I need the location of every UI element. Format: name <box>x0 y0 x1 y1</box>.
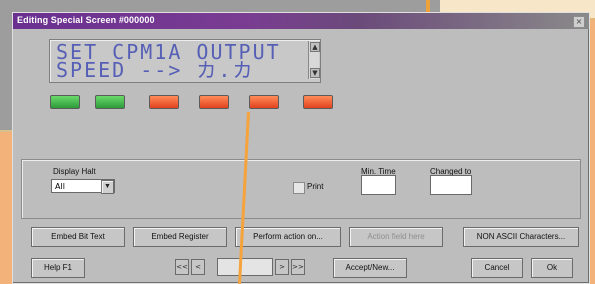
scroll-down-icon[interactable]: ▼ <box>310 68 320 78</box>
window-title: Editing Special Screen #000000 <box>17 15 155 25</box>
ok-button[interactable]: Ok <box>531 258 573 278</box>
print-checkbox[interactable] <box>293 182 305 194</box>
print-label: Print <box>307 182 324 191</box>
changed-to-input[interactable] <box>430 175 472 195</box>
perform-action-button[interactable]: Perform action on... <box>235 227 341 247</box>
pager-last-button[interactable]: >> <box>291 259 305 275</box>
lcd-scrollbar[interactable]: ▲ ▼ <box>308 41 320 79</box>
pager-first-button[interactable]: << <box>175 259 189 275</box>
pager-prev-button[interactable]: < <box>191 259 205 275</box>
close-button[interactable]: × <box>573 16 585 28</box>
accept-new-button[interactable]: Accept/New... <box>333 258 407 278</box>
display-halt-value: All <box>55 182 65 191</box>
titlebar: Editing Special Screen #000000 × <box>13 13 589 29</box>
indicator-3[interactable] <box>149 95 179 109</box>
indicator-6[interactable] <box>303 95 333 109</box>
scroll-up-icon[interactable]: ▲ <box>310 42 320 52</box>
indicator-5[interactable] <box>249 95 279 109</box>
pager-next-button[interactable]: > <box>275 259 289 275</box>
min-time-input[interactable] <box>361 175 396 195</box>
chevron-down-icon[interactable]: ▼ <box>101 180 114 194</box>
editing-special-screen-dialog: Editing Special Screen #000000 × SET CPM… <box>12 12 590 284</box>
indicator-1[interactable] <box>50 95 80 109</box>
cancel-button[interactable]: Cancel <box>471 258 523 278</box>
non-ascii-characters-button[interactable]: NON ASCII Characters... <box>463 227 579 247</box>
action-field-here-button: Action field here <box>349 227 443 247</box>
lcd-display: SET CPM1A OUTPUT SPEED --> カ.カ ▲ ▼ <box>49 39 321 83</box>
embed-bit-text-button[interactable]: Embed Bit Text <box>31 227 125 247</box>
page-number-box[interactable] <box>217 258 273 276</box>
lcd-line-2: SPEED --> カ.カ <box>56 58 255 82</box>
display-halt-label: Display Halt <box>53 167 96 176</box>
indicator-4[interactable] <box>199 95 229 109</box>
display-halt-select[interactable]: All ▼ <box>51 179 115 194</box>
help-f1-button[interactable]: Help F1 <box>31 258 85 278</box>
indicator-2[interactable] <box>95 95 125 109</box>
embed-register-button[interactable]: Embed Register <box>133 227 227 247</box>
